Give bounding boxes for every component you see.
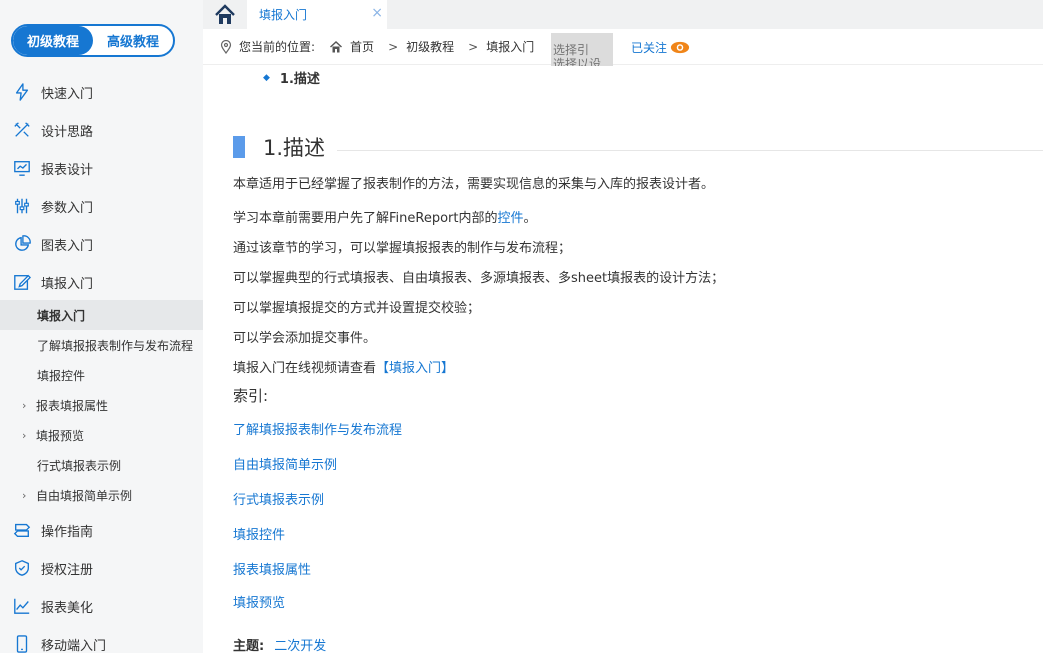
index-link[interactable]: 填报预览 <box>233 592 285 611</box>
sidebar-item-charts[interactable]: 图表入门 <box>0 225 203 263</box>
sidebar-item-label: 参数入门 <box>41 200 94 216</box>
sidebar-subitem-free-fill-example[interactable]: › 自由填报简单示例 <box>0 480 203 510</box>
index-link[interactable]: 行式填报表示例 <box>233 489 324 508</box>
heading-bar <box>233 136 245 158</box>
sidebar-item-label: 报表美化 <box>41 600 94 616</box>
sidebar-subitem-fill-widgets[interactable]: 填报控件 <box>0 360 203 390</box>
breadcrumb-home[interactable]: 首页 <box>350 38 374 55</box>
sidebar-item-operation-guide[interactable]: 操作指南 <box>0 511 203 549</box>
sidebar-subitem-label: 了解填报报表制作与发布流程 <box>37 338 194 353</box>
breadcrumb: 您当前的位置: 首页 > 初级教程 > 填报入门 <box>203 29 1043 65</box>
sidebar-subitem-fill-workflow[interactable]: 了解填报报表制作与发布流程 <box>0 330 203 360</box>
sidebar-subitem-fill-attributes[interactable]: › 报表填报属性 <box>0 390 203 420</box>
sidebar-item-label: 报表设计 <box>41 162 94 178</box>
breadcrumb-prefix: 您当前的位置: <box>239 40 316 54</box>
paragraph: 可以学会添加提交事件。 <box>233 331 377 346</box>
location-pin-icon <box>220 39 232 54</box>
sidebar-subitem-row-fill-example[interactable]: 行式填报表示例 <box>0 450 203 480</box>
sidebar-item-fill-report[interactable]: 填报入门 <box>0 263 203 301</box>
basic-tutorial-tab[interactable]: 初级教程 <box>13 26 93 55</box>
section-heading: 1.描述 <box>233 134 1043 160</box>
sidebar-item-label: 快速入门 <box>41 86 94 102</box>
sidebar-item-label: 移动端入门 <box>41 638 107 654</box>
tools-icon <box>12 120 32 140</box>
topic-link[interactable]: 二次开发 <box>274 639 326 654</box>
sidebar-subitem-fill-preview[interactable]: › 填报预览 <box>0 420 203 450</box>
sidebar-subitem-label: 填报预览 <box>36 428 85 443</box>
index-link[interactable]: 自由填报简单示例 <box>233 454 337 473</box>
toc-item[interactable]: ◆ 1.描述 <box>263 68 320 87</box>
video-link[interactable]: 【填报入门】 <box>376 361 454 376</box>
chevron-right-icon: › <box>22 398 27 412</box>
paragraph: 本章适用于已经掌握了报表制作的方法，需要实现信息的采集与入库的报表设计者。 <box>233 177 715 192</box>
sidebar-item-design-idea[interactable]: 设计思路 <box>0 111 203 149</box>
sidebar-subitem-label: 填报入门 <box>37 308 86 323</box>
index-link[interactable]: 填报控件 <box>233 524 285 543</box>
diamond-bullet-icon: ◆ <box>263 72 270 83</box>
sidebar-item-label: 操作指南 <box>41 524 94 540</box>
topic-label: 主题: <box>233 639 265 654</box>
lightning-icon <box>12 82 32 102</box>
shield-check-icon <box>12 558 32 578</box>
advanced-tutorial-tab[interactable]: 高级教程 <box>93 26 173 55</box>
sidebar-item-label: 图表入门 <box>41 238 94 254</box>
sidebar-subitem-fill-intro[interactable]: 填报入门 <box>0 300 203 330</box>
heading-text: 1.描述 <box>263 136 326 160</box>
paragraph: 可以掌握典型的行式填报表、自由填报表、多源填报表、多sheet填报表的设计方法； <box>233 271 725 286</box>
sidebar: 初级教程 高级教程 快速入门 设计思路 报表设计 参数入门 图表入门 填报入门 … <box>0 0 203 653</box>
sidebar-item-mobile[interactable]: 移动端入门 <box>0 625 203 653</box>
overlay-text-line: 选择引 <box>553 43 590 57</box>
close-icon[interactable]: × <box>371 5 383 21</box>
breadcrumb-basic-tutorial[interactable]: 初级教程 <box>406 38 454 55</box>
paragraph: 可以掌握填报提交的方式并设置提交校验； <box>233 301 481 316</box>
index-label: 索引: <box>233 387 269 405</box>
tab-fill-intro[interactable]: 填报入门 × <box>247 0 387 29</box>
edit-icon <box>12 272 32 292</box>
follow-label: 已关注 <box>631 41 668 55</box>
paragraph: 填报入门在线视频请查看【填报入门】 <box>233 357 454 376</box>
level-switch: 初级教程 高级教程 <box>11 24 175 57</box>
sliders-icon <box>12 196 32 216</box>
widget-link[interactable]: 控件 <box>497 211 523 226</box>
sidebar-item-license[interactable]: 授权注册 <box>0 549 203 587</box>
sidebar-subitem-label: 自由填报简单示例 <box>36 488 133 503</box>
line-chart-icon <box>12 596 32 616</box>
topic-row: 主题: 二次开发 <box>233 635 326 654</box>
pie-chart-icon <box>12 234 32 254</box>
signpost-icon <box>12 520 32 540</box>
sidebar-subitem-label: 填报控件 <box>37 368 86 383</box>
sidebar-item-params[interactable]: 参数入门 <box>0 187 203 225</box>
mobile-icon <box>12 634 32 653</box>
sidebar-item-label: 填报入门 <box>41 276 94 292</box>
follow-button[interactable]: 已关注 <box>631 39 690 56</box>
home-icon[interactable] <box>213 3 237 27</box>
paragraph-text: 。 <box>523 211 537 226</box>
tab-bar: 填报入门 × <box>203 0 1043 29</box>
sidebar-item-label: 设计思路 <box>41 124 94 140</box>
paragraph: 学习本章前需要用户先了解FineReport内部的控件。 <box>233 207 537 226</box>
toc-item-label: 1.描述 <box>279 72 320 87</box>
sidebar-subitem-label: 行式填报表示例 <box>37 458 122 473</box>
paragraph: 通过该章节的学习，可以掌握填报报表的制作与发布流程； <box>233 241 572 256</box>
paragraph-text: 填报入门在线视频请查看 <box>233 361 377 376</box>
breadcrumb-separator: > <box>468 39 479 54</box>
sidebar-item-report-design[interactable]: 报表设计 <box>0 149 203 187</box>
breadcrumb-current: 填报入门 <box>486 40 535 54</box>
eye-icon <box>670 41 690 54</box>
sidebar-subitem-label: 报表填报属性 <box>36 398 109 413</box>
article: ◆ 1.描述 1.描述 本章适用于已经掌握了报表制作的方法，需要实现信息的采集与… <box>203 66 1043 654</box>
chevron-right-icon: › <box>22 428 27 442</box>
breadcrumb-separator: > <box>388 39 399 54</box>
tab-label: 填报入门 <box>259 8 308 22</box>
index-link[interactable]: 报表填报属性 <box>233 559 311 578</box>
chevron-right-icon: › <box>22 488 27 502</box>
heading-divider <box>337 149 1043 151</box>
sidebar-item-quick-start[interactable]: 快速入门 <box>0 73 203 111</box>
monitor-chart-icon <box>12 158 32 178</box>
paragraph-text: 学习本章前需要用户先了解FineReport内部的 <box>233 211 498 226</box>
index-link[interactable]: 了解填报报表制作与发布流程 <box>233 419 402 438</box>
sidebar-item-beautify[interactable]: 报表美化 <box>0 587 203 625</box>
sidebar-item-label: 授权注册 <box>41 562 94 578</box>
home-small-icon <box>330 40 343 52</box>
